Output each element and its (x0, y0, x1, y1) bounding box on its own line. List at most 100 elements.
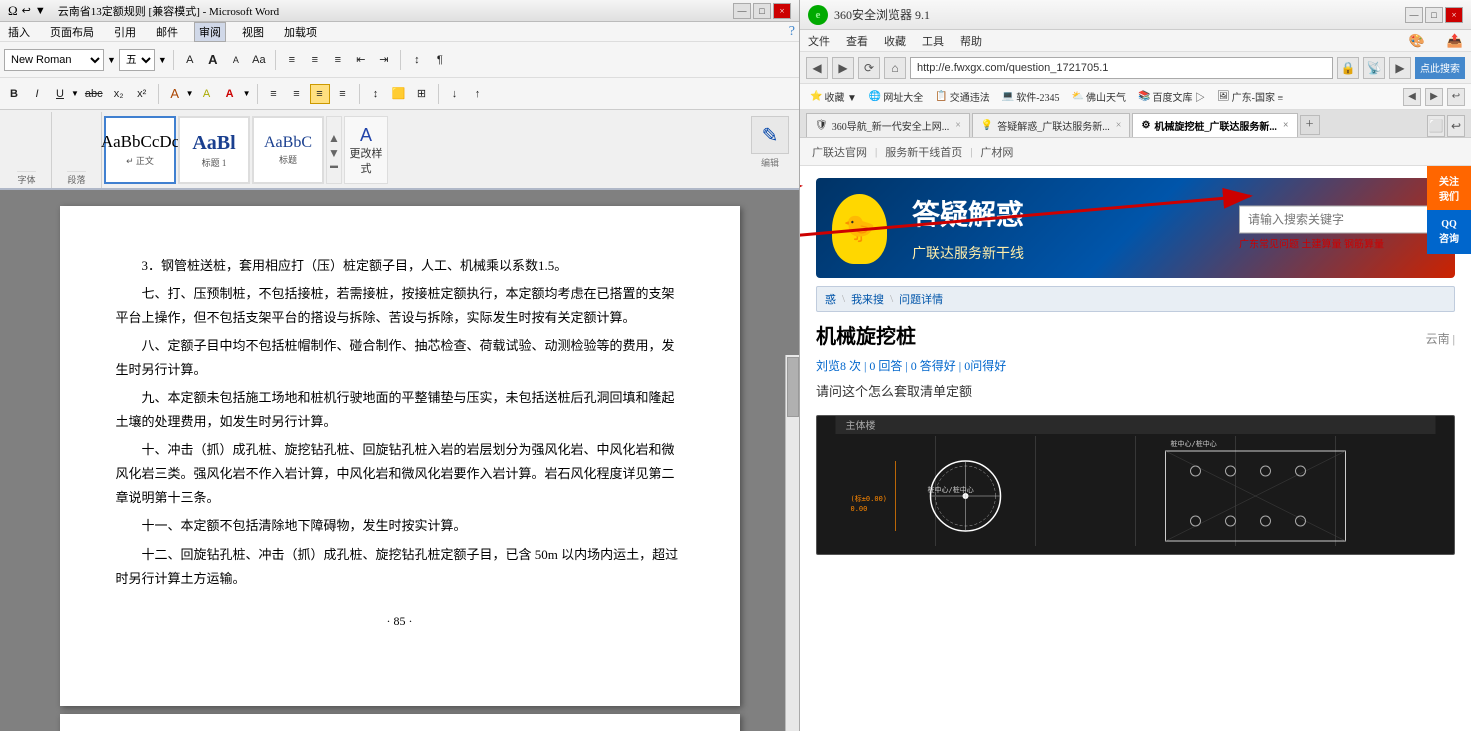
para-btn-sort[interactable]: ↕ (407, 50, 427, 70)
bookmark-weather[interactable]: ⛅ 佛山天气 (1068, 87, 1130, 106)
browser-undo-btn[interactable]: ↩ (1447, 88, 1465, 106)
font-color[interactable]: A (220, 84, 240, 104)
align-center[interactable]: ≡ (287, 84, 307, 104)
browser-menu-file[interactable]: 文件 (808, 33, 830, 49)
style-card-normal[interactable]: AaBbCcDc ↵ 正文 (104, 116, 176, 184)
breadcrumb-search[interactable]: 我来搜 (851, 291, 884, 307)
bookmark-favorites[interactable]: ⭐ 收藏 ▼ (806, 87, 861, 106)
indent-increase[interactable]: ↑ (468, 84, 488, 104)
breadcrumb-infer[interactable]: 惑 (825, 291, 836, 307)
change-styles-btn[interactable]: A 更改样式 (344, 116, 388, 184)
menu-insert[interactable]: 插入 (4, 23, 34, 41)
format-subscript[interactable]: x₂ (109, 84, 129, 104)
format-strikethrough[interactable]: abc (82, 84, 106, 104)
bookmark-software[interactable]: 💻 软件-2345 (998, 87, 1064, 106)
word-doc-area[interactable]: 3．钢管桩送桩，套用相应打（压）桩定额子目，人工、机械乘以系数1.5。 七、打、… (0, 190, 799, 731)
tab-360nav[interactable]: 🛡 360导航_新一代安全上网... × (806, 113, 970, 137)
format-italic[interactable]: I (27, 84, 47, 104)
browser-url-input[interactable] (910, 57, 1333, 79)
banner-search-input[interactable] (1239, 206, 1439, 234)
style-card-heading[interactable]: AaBbC 标题 (252, 116, 324, 184)
browser-back-btn[interactable]: ◀ (806, 57, 828, 79)
word-scrollbar[interactable] (785, 355, 799, 731)
browser-tab-next-btn[interactable]: ▶ (1425, 88, 1443, 106)
follow-us-btn[interactable]: 关注我们 (1427, 166, 1471, 210)
format-btn-clear[interactable]: Aa (249, 50, 269, 70)
line-spacing[interactable]: ↕ (366, 84, 386, 104)
align-left[interactable]: ≡ (264, 84, 284, 104)
tab-add-btn[interactable]: + (1300, 115, 1320, 135)
browser-maximize-btn[interactable]: □ (1425, 7, 1443, 23)
word-scrollbar-thumb[interactable] (787, 357, 799, 417)
tab-machine-drill-close[interactable]: × (1283, 120, 1289, 131)
word-close-btn[interactable]: × (773, 3, 791, 19)
menu-references[interactable]: 引用 (110, 23, 140, 41)
menu-help-icon[interactable]: ? (789, 24, 795, 40)
highlight-color[interactable]: A (197, 84, 217, 104)
font-size-select[interactable]: 五号 (119, 49, 155, 71)
quick-link-rebar[interactable]: 钢筋算量 (1344, 240, 1384, 251)
text-effect-dropdown[interactable]: ▼ (186, 89, 194, 98)
font-name-dropdown-icon[interactable]: ▼ (107, 55, 116, 65)
tab-360nav-close[interactable]: × (955, 120, 961, 131)
page-nav-materials[interactable]: 广材网 (976, 142, 1017, 162)
browser-share-icon[interactable]: 📤 (1447, 33, 1463, 49)
browser-minimize-btn[interactable]: — (1405, 7, 1423, 23)
browser-go-btn[interactable]: ▶ (1389, 57, 1411, 79)
browser-tab-prev-btn[interactable]: ◀ (1403, 88, 1421, 106)
format-btn-shrink[interactable]: A (226, 50, 246, 70)
menu-addins[interactable]: 加载项 (280, 23, 321, 41)
shade-color[interactable]: 🟨 (389, 84, 409, 104)
browser-tabmgr-btn2[interactable]: ↩ (1447, 115, 1465, 137)
styles-scroll-btn[interactable]: ▲ ▼ ▬ (326, 116, 342, 184)
borders[interactable]: ⊞ (412, 84, 432, 104)
menu-page-layout[interactable]: 页面布局 (46, 23, 98, 41)
browser-menu-bookmarks[interactable]: 收藏 (884, 33, 906, 49)
browser-skin-icon[interactable]: 🎨 (1409, 33, 1425, 49)
indent-decrease[interactable]: ↓ (445, 84, 465, 104)
menu-view[interactable]: 视图 (238, 23, 268, 41)
tab-answers-close[interactable]: × (1116, 120, 1122, 131)
format-btn-grow[interactable]: A (203, 50, 223, 70)
bookmark-guangdong[interactable]: 🖼 广东-国家 ≡ (1213, 87, 1287, 106)
word-minimize-btn[interactable]: — (733, 3, 751, 19)
menu-review[interactable]: 审阅 (194, 22, 226, 42)
browser-tabmgr-btn1[interactable]: ⬜ (1427, 115, 1445, 137)
quick-link-civil[interactable]: 土建算量 (1302, 240, 1342, 251)
word-maximize-btn[interactable]: □ (753, 3, 771, 19)
font-name-select[interactable]: New Roman (4, 49, 104, 71)
bookmark-websites[interactable]: 🌐 网址大全 (865, 87, 927, 106)
para-btn-multilevel[interactable]: ≡ (328, 50, 348, 70)
browser-search-btn[interactable]: 点此搜索 (1415, 57, 1465, 79)
text-effect[interactable]: A (165, 84, 185, 104)
format-btn-A[interactable]: A (180, 50, 200, 70)
underline-dropdown[interactable]: ▼ (71, 89, 79, 98)
format-superscript[interactable]: x² (132, 84, 152, 104)
para-btn-show[interactable]: ¶ (430, 50, 450, 70)
para-btn-indent-inc[interactable]: ⇥ (374, 50, 394, 70)
bookmark-baidu-library[interactable]: 📚 百度文库 ▷ (1134, 87, 1209, 106)
edit-big-btn[interactable]: ✎ (751, 116, 789, 154)
browser-forward-btn[interactable]: ▶ (832, 57, 854, 79)
browser-menu-view[interactable]: 查看 (846, 33, 868, 49)
quick-link-guangdong[interactable]: 广东常见问题 (1239, 240, 1299, 251)
browser-close-btn[interactable]: × (1445, 7, 1463, 23)
font-size-dropdown-icon[interactable]: ▼ (158, 55, 167, 65)
format-bold[interactable]: B (4, 84, 24, 104)
menu-mailings[interactable]: 邮件 (152, 23, 182, 41)
style-card-heading1[interactable]: AaBl 标题 1 (178, 116, 250, 184)
tab-answers[interactable]: 💡 答疑解惑_广联达服务新... × (972, 113, 1131, 137)
bookmark-traffic[interactable]: 📋 交通违法 (931, 87, 993, 106)
font-color-dropdown[interactable]: ▼ (243, 89, 251, 98)
para-btn-bullets[interactable]: ≡ (282, 50, 302, 70)
browser-secure-icon[interactable]: 🔒 (1337, 57, 1359, 79)
browser-refresh-btn[interactable]: ⟳ (858, 57, 880, 79)
para-btn-numbering[interactable]: ≡ (305, 50, 325, 70)
browser-menu-help[interactable]: 帮助 (960, 33, 982, 49)
browser-menu-tools[interactable]: 工具 (922, 33, 944, 49)
browser-rss-icon[interactable]: 📡 (1363, 57, 1385, 79)
tab-machine-drill[interactable]: ⚙ 机械旋挖桩_广联达服务新... × (1132, 113, 1297, 137)
para-btn-indent-dec[interactable]: ⇤ (351, 50, 371, 70)
align-right[interactable]: ≡ (333, 84, 353, 104)
page-nav-guanglian[interactable]: 广联达官网 (808, 142, 871, 162)
